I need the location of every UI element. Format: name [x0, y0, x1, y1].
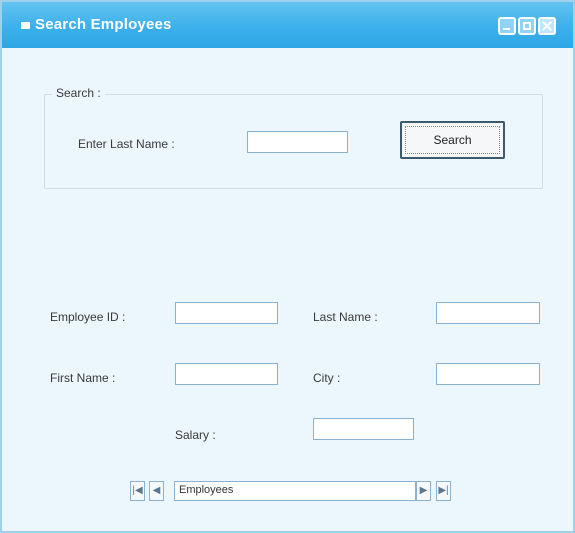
- search-groupbox-label: Search :: [52, 86, 105, 100]
- salary-field[interactable]: [313, 418, 414, 440]
- search-button-label: Search: [405, 126, 500, 154]
- salary-label: Salary :: [175, 428, 216, 442]
- employee-id-label: Employee ID :: [50, 310, 126, 324]
- enter-last-name-label: Enter Last Name :: [78, 137, 175, 151]
- last-name-field[interactable]: [436, 302, 540, 324]
- record-navigator: |◀ ◀ Employees ▶ ▶|: [126, 481, 462, 501]
- minimize-button[interactable]: [498, 17, 516, 35]
- search-button[interactable]: Search: [400, 121, 505, 159]
- navigator-table-name: Employees: [174, 481, 416, 501]
- maximize-button[interactable]: [518, 17, 536, 35]
- close-button[interactable]: [538, 17, 556, 35]
- first-name-label: First Name :: [50, 371, 116, 385]
- last-record-icon[interactable]: ▶|: [436, 481, 451, 501]
- city-field[interactable]: [436, 363, 540, 385]
- last-name-label: Last Name :: [313, 310, 378, 324]
- search-last-name-input[interactable]: [247, 131, 348, 153]
- app-icon: [21, 22, 30, 29]
- next-record-icon[interactable]: ▶: [416, 481, 431, 501]
- first-name-field[interactable]: [175, 363, 278, 385]
- previous-record-icon[interactable]: ◀: [149, 481, 164, 501]
- search-employees-window: Search Employees: [0, 0, 575, 533]
- title-bar[interactable]: Search Employees: [2, 2, 573, 48]
- window-title: Search Employees: [35, 16, 172, 33]
- first-record-icon[interactable]: |◀: [130, 481, 145, 501]
- city-label: City :: [313, 371, 341, 385]
- employee-id-field[interactable]: [175, 302, 278, 324]
